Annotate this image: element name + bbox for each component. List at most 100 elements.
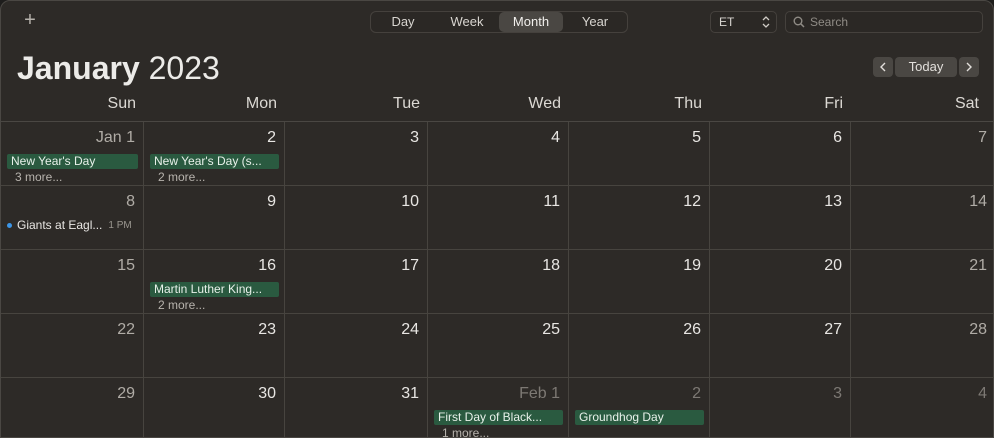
day-number: 5 [692,129,701,146]
day-cell[interactable]: 6 [710,122,851,186]
day-cell[interactable]: 12 [569,186,710,250]
all-day-event[interactable]: First Day of Black... [434,410,563,425]
search-icon [793,16,805,28]
day-number: 13 [824,193,842,210]
day-number: Feb 1 [519,385,560,402]
day-cell[interactable]: 28 [851,314,993,378]
weekday-header: Sun Mon Tue Wed Thu Fri Sat [1,93,993,121]
day-cell[interactable]: 16 Martin Luther King... 2 more... [144,250,285,314]
event-time: 1 PM [108,220,132,231]
day-cell[interactable]: Jan 1 New Year's Day 3 more... [1,122,144,186]
view-switcher: Day Week Month Year [370,11,628,33]
all-day-event[interactable]: New Year's Day [7,154,138,169]
day-number: 7 [978,129,987,146]
day-number: 4 [551,129,560,146]
add-event-button[interactable]: + [19,9,41,31]
day-cell[interactable]: Feb 1 First Day of Black... 1 more... [428,378,569,437]
day-cell[interactable]: 19 [569,250,710,314]
day-cell[interactable]: 7 [851,122,993,186]
day-number: 2 [692,385,701,402]
weekday-thu: Thu [674,95,702,112]
view-day-button[interactable]: Day [371,12,435,32]
day-cell[interactable]: 26 [569,314,710,378]
day-number: 23 [258,321,276,338]
all-day-event[interactable]: Martin Luther King... [150,282,279,297]
timezone-select[interactable]: ET [710,11,777,33]
day-cell[interactable]: 15 [1,250,144,314]
day-cell[interactable]: 21 [851,250,993,314]
weekday-sat: Sat [954,95,979,112]
day-number: 12 [683,193,701,210]
previous-month-button[interactable] [873,57,893,77]
more-events-link[interactable]: 1 more... [442,426,489,437]
day-number: 16 [258,257,276,274]
year-label: 2023 [148,50,220,86]
next-month-button[interactable] [959,57,979,77]
day-cell[interactable]: 4 [851,378,993,437]
day-cell[interactable]: 11 [428,186,569,250]
today-button[interactable]: Today [895,57,957,77]
day-cell[interactable]: 22 [1,314,144,378]
month-grid: Jan 1 New Year's Day 3 more... 2 New Year's … [1,122,993,437]
more-events-link[interactable]: 3 more... [15,170,62,184]
day-number: 20 [824,257,842,274]
day-cell[interactable]: 5 [569,122,710,186]
day-cell[interactable]: 17 [285,250,428,314]
more-events-link[interactable]: 2 more... [158,170,205,184]
view-year-button[interactable]: Year [563,12,627,32]
day-cell[interactable]: 31 [285,378,428,437]
day-cell[interactable]: 27 [710,314,851,378]
day-cell[interactable]: 14 [851,186,993,250]
day-number: 31 [401,385,419,402]
month-navigation: Today [873,57,979,77]
day-number: 15 [117,257,135,274]
day-number: 8 [126,193,135,210]
day-cell[interactable]: 10 [285,186,428,250]
weekday-mon: Mon [245,95,277,112]
day-number: 18 [542,257,560,274]
month-label: January [17,50,140,86]
timezone-value: ET [719,15,735,29]
day-number: 3 [833,385,842,402]
day-number: 17 [401,257,419,274]
all-day-event[interactable]: Groundhog Day [575,410,704,425]
day-cell[interactable]: 13 [710,186,851,250]
weekday-wed: Wed [528,95,561,112]
day-cell[interactable]: 25 [428,314,569,378]
all-day-event[interactable]: New Year's Day (s... [150,154,279,169]
day-cell[interactable]: 23 [144,314,285,378]
chevron-right-icon [966,62,972,72]
weekday-tue: Tue [393,95,420,112]
day-number: 19 [683,257,701,274]
chevron-left-icon [880,62,886,72]
day-cell[interactable]: 30 [144,378,285,437]
day-cell[interactable]: 3 [710,378,851,437]
day-cell[interactable]: 29 [1,378,144,437]
day-cell[interactable]: 9 [144,186,285,250]
day-number: 25 [542,321,560,338]
day-cell[interactable]: 3 [285,122,428,186]
day-number: 11 [543,193,560,210]
timed-event[interactable]: Giants at Eagl... 1 PM [7,218,132,233]
day-number: 27 [824,321,842,338]
day-cell[interactable]: 2 Groundhog Day [569,378,710,437]
calendar-window: + Day Week Month Year ET January 2023 To… [0,0,994,438]
day-number: 24 [401,321,419,338]
view-month-button[interactable]: Month [499,12,563,32]
view-week-button[interactable]: Week [435,12,499,32]
day-number: 3 [410,129,419,146]
day-cell[interactable]: 20 [710,250,851,314]
day-cell[interactable]: 8 Giants at Eagl... 1 PM [1,186,144,250]
day-number: 28 [969,321,987,338]
more-events-link[interactable]: 2 more... [158,298,205,312]
day-cell[interactable]: 24 [285,314,428,378]
day-cell[interactable]: 18 [428,250,569,314]
day-number: 14 [969,193,987,210]
search-field[interactable] [785,11,983,33]
search-input[interactable] [810,13,978,31]
page-title: January 2023 [17,48,220,88]
day-number: 9 [267,193,276,210]
weekday-sun: Sun [107,95,136,112]
day-cell[interactable]: 2 New Year's Day (s... 2 more... [144,122,285,186]
day-cell[interactable]: 4 [428,122,569,186]
